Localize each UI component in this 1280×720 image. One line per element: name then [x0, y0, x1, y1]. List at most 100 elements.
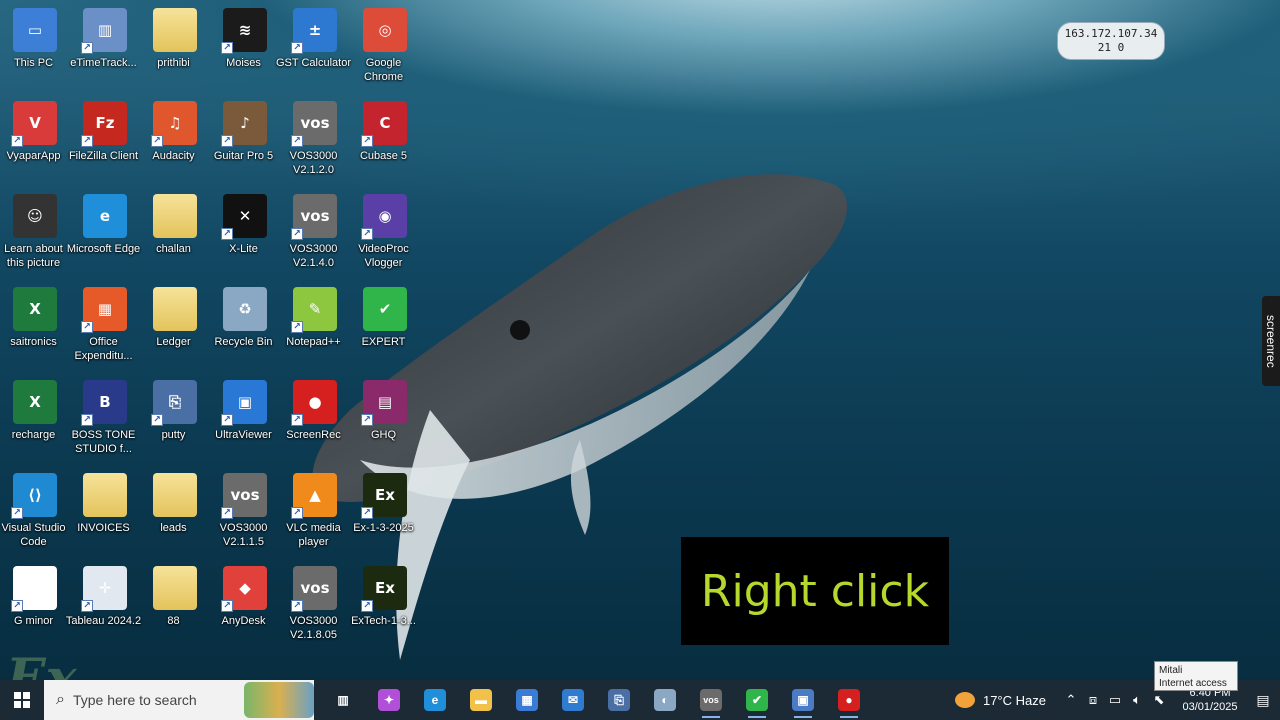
desktop-icon[interactable]: V ↗ VyaparApp — [0, 93, 70, 181]
desktop-icon[interactable]: ☺ Learn about this picture — [0, 186, 70, 274]
taskbar-search-box[interactable]: ⌕ Type here to search — [44, 680, 314, 720]
audacity-icon: ♫ ↗ — [151, 101, 197, 147]
shortcut-arrow-icon: ↗ — [151, 414, 163, 426]
desktop-icon[interactable]: ◉ ↗ VideoProc Vlogger — [350, 186, 420, 274]
taskbar-app[interactable]: e — [412, 680, 458, 720]
desktop-icon[interactable]: ✛ ↗ Tableau 2024.2 — [66, 558, 141, 646]
guitar-icon: ♪ ↗ — [221, 101, 267, 147]
desktop-icon[interactable]: leads — [140, 465, 210, 553]
network-icon[interactable]: ▭ — [1104, 692, 1126, 708]
shortcut-arrow-icon: ↗ — [361, 600, 373, 612]
desktop-icon[interactable]: ✔ EXPERT — [350, 279, 420, 367]
store-icon: ▦ — [516, 689, 538, 711]
taskbar-app[interactable]: ▦ — [504, 680, 550, 720]
desktop-icon-label: Microsoft Edge — [66, 243, 141, 255]
desktop-icon[interactable]: vos ↗ VOS3000 V2.1.1.5 — [210, 465, 280, 553]
desktop-icon-label: recharge — [11, 429, 56, 441]
desktop-icon[interactable]: ✎ ↗ Notepad++ — [280, 279, 350, 367]
desktop-icon[interactable]: Fz ↗ FileZilla Client — [69, 93, 140, 181]
taskbar-app[interactable]: ▣ — [780, 680, 826, 720]
folder-icon — [153, 566, 197, 610]
desktop-icon[interactable]: ♪ ↗ Guitar Pro 5 — [210, 93, 280, 181]
chevron-up-icon[interactable]: ⌃ — [1060, 692, 1082, 708]
desktop-icon[interactable]: C ↗ Cubase 5 — [350, 93, 420, 181]
pc-icon: ▭ — [13, 8, 57, 52]
desktop-icon[interactable]: ● ↗ ScreenRec — [280, 372, 350, 460]
desktop-icon[interactable]: e Microsoft Edge — [67, 186, 140, 274]
desktop-icon-grid: ▭ This PC ▥ ↗ eTimeTrack... prithibi ≋ ↗ Moises ±… — [0, 0, 430, 680]
task-view-icon: ▥ — [332, 689, 354, 711]
taskbar-app[interactable]: ▥ — [320, 680, 366, 720]
meet-now-icon[interactable]: ⧈ — [1082, 692, 1104, 708]
desktop-icon[interactable]: ⟨⟩ ↗ Visual Studio Code — [0, 465, 70, 553]
desktop-icon[interactable]: vos ↗ VOS3000 V2.1.2.0 — [280, 93, 350, 181]
desktop-icon[interactable]: ✕ ↗ X-Lite — [210, 186, 280, 274]
desktop-icon[interactable]: ▭ This PC — [0, 0, 70, 88]
desktop-icon-label: Visual Studio Code — [1, 522, 66, 548]
start-button[interactable] — [0, 680, 44, 720]
cursor-icon: ⬉ — [1153, 692, 1165, 707]
weather-widget[interactable]: 17°C Haze — [954, 692, 1046, 708]
mail-icon: ✉ — [562, 689, 584, 711]
weather-temp: 17°C — [982, 692, 1013, 708]
desktop-icon[interactable]: ≋ ↗ Moises — [210, 0, 280, 88]
desktop-icon-label: Notepad++ — [286, 336, 341, 348]
taskbar-app[interactable]: vos — [688, 680, 734, 720]
taskbar-app[interactable]: ● — [826, 680, 872, 720]
screenrec-side-tab[interactable]: screenrec — [1262, 296, 1280, 386]
shortcut-arrow-icon: ↗ — [291, 228, 303, 240]
vos-icon: vos ↗ — [291, 194, 337, 240]
desktop-icon[interactable]: Xrecharge — [0, 372, 70, 460]
ip-address: 163.172.107.34 — [1064, 27, 1158, 40]
desktop-icon[interactable]: ▲ ↗ VLC media player — [280, 465, 350, 553]
desktop-icon-label: VOS3000 V2.1.2.0 — [289, 150, 338, 176]
desktop-icon[interactable]: Ledger — [140, 279, 210, 367]
ip-address-widget: 163.172.107.34 21 0 — [1057, 22, 1165, 60]
notification-icon[interactable]: ▤ — [1246, 692, 1280, 709]
desktop-icon[interactable]: ▥ ↗ eTimeTrack... — [70, 0, 140, 88]
desktop-icon[interactable]: ▤ ↗ GHQ — [350, 372, 420, 460]
desktop-icon-label: UltraViewer — [215, 429, 272, 441]
learn-icon: ☺ — [13, 194, 57, 238]
desktop-icon[interactable]: ⎘ ↗ putty — [140, 372, 210, 460]
taskbar-pinned-apps: ▥ ✦ e ▬ ▦ ✉ ⎘ ◐ vos ✔ ▣ ● — [320, 680, 872, 720]
desktop-icon[interactable]: ± ↗ GST Calculator — [276, 0, 351, 88]
volume-icon[interactable]: 🔈︎ — [1126, 692, 1148, 708]
desktop-icon-label: FileZilla Client — [68, 150, 139, 162]
desktop-icon[interactable]: 88 — [140, 558, 210, 646]
desktop-icon[interactable]: ◆ ↗ AnyDesk — [210, 558, 280, 646]
desktop-icon[interactable]: ♫ ↗ Audacity — [140, 93, 210, 181]
desktop-icon[interactable]: ♻ Recycle Bin — [210, 279, 280, 367]
desktop-icon[interactable]: Ex ↗ Ex-1-3-2025 — [350, 465, 420, 553]
desktop-icon-label: Moises — [226, 57, 261, 69]
desktop-icon[interactable]: Xsaitronics — [0, 279, 70, 367]
desktop-icon-label: 88 — [167, 615, 180, 627]
paint-icon: ◐ — [654, 689, 676, 711]
taskbar-app[interactable]: ◐ — [642, 680, 688, 720]
desktop-icon[interactable]: ▦ ↗ Office Expenditu... — [70, 279, 140, 367]
taskbar-app[interactable]: ✉ — [550, 680, 596, 720]
desktop-icon[interactable]: ◎ Google Chrome — [350, 0, 420, 88]
desktop-icon-label: Ex-1-3-2025 — [353, 522, 414, 534]
desktop-icon[interactable]: ▣ ↗ UltraViewer — [210, 372, 280, 460]
vos-icon: vos — [700, 689, 722, 711]
desktop-icon[interactable]: ▶ ↗ G minor — [0, 558, 70, 646]
folder-icon — [153, 194, 197, 238]
taskbar-app[interactable]: ✔ — [734, 680, 780, 720]
desktop-icon[interactable]: vos ↗ VOS3000 V2.1.8.05 — [280, 558, 350, 646]
taskbar-app[interactable]: ⎘ — [596, 680, 642, 720]
desktop-icon[interactable]: vos ↗ VOS3000 V2.1.4.0 — [280, 186, 350, 274]
desktop-icon[interactable]: INVOICES — [70, 465, 140, 553]
desktop-icon[interactable]: B ↗ BOSS TONE STUDIO f... — [70, 372, 140, 460]
desktop-icon-label: ExTech-1-3... — [351, 615, 416, 627]
shortcut-arrow-icon: ↗ — [11, 135, 23, 147]
desktop-icon[interactable]: prithibi — [140, 0, 210, 88]
desktop-icon[interactable]: Ex ↗ ExTech-1-3... — [350, 558, 420, 646]
shortcut-arrow-icon: ↗ — [81, 135, 93, 147]
vscode-icon: ⟨⟩ ↗ — [11, 473, 57, 519]
desktop-icon[interactable]: challan — [140, 186, 210, 274]
taskbar-app[interactable]: ✦ — [366, 680, 412, 720]
network-app-icon: ⎘ — [608, 689, 630, 711]
folder-icon — [153, 287, 197, 331]
taskbar-app[interactable]: ▬ — [458, 680, 504, 720]
